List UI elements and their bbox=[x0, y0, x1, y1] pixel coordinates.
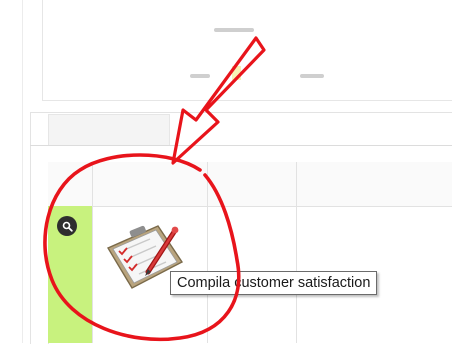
search-icon bbox=[62, 221, 73, 232]
tab-divider bbox=[30, 145, 452, 146]
header-panel bbox=[42, 0, 452, 101]
tab-strip[interactable] bbox=[48, 114, 170, 145]
grid-header bbox=[48, 162, 452, 207]
highlighted-field bbox=[232, 66, 241, 80]
left-border bbox=[22, 0, 23, 343]
blurred-label bbox=[300, 74, 324, 78]
tooltip: Compila customer satisfaction bbox=[170, 271, 378, 295]
column-divider bbox=[207, 162, 208, 343]
row-search-button[interactable] bbox=[57, 216, 77, 236]
blurred-label bbox=[190, 74, 210, 78]
column-divider bbox=[92, 162, 93, 343]
blurred-label bbox=[214, 28, 254, 32]
column-divider bbox=[296, 162, 297, 343]
